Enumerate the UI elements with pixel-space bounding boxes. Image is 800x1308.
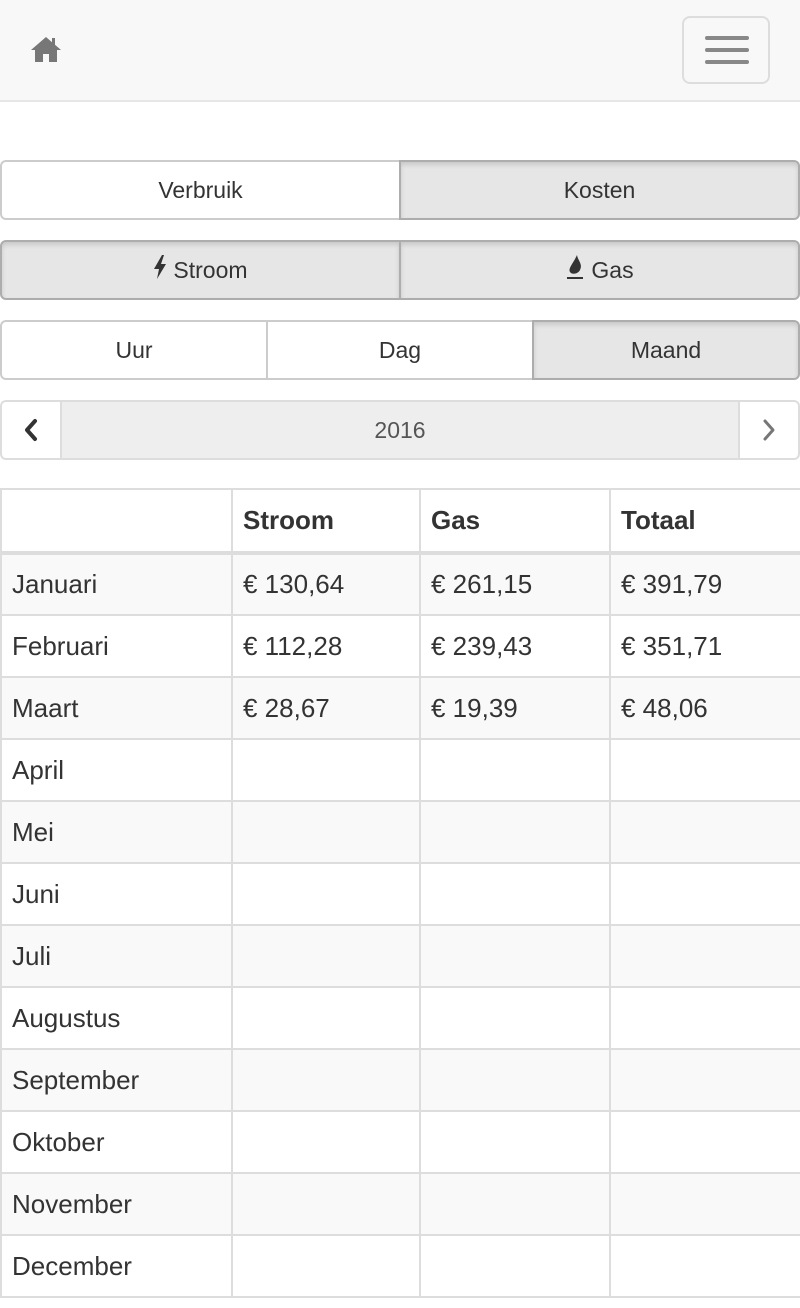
gas-cell [419,1234,611,1298]
table-row: Februari € 112,28 € 239,43 € 351,71 [0,614,800,678]
gas-cell [419,924,611,988]
stroom-cell [231,800,421,864]
header-totaal: Totaal [609,488,800,555]
totaal-cell [609,738,800,802]
totaal-cell [609,1172,800,1236]
stroom-cell [231,986,421,1050]
bolt-icon [153,255,167,285]
chevron-right-icon [763,419,775,441]
table-header-row: Stroom Gas Totaal [0,488,800,555]
gas-cell [419,1172,611,1236]
gas-button[interactable]: Gas [399,240,800,300]
verbruik-button[interactable]: Verbruik [0,160,401,220]
mode-toggle: Verbruik Kosten [0,160,800,220]
month-cell: December [0,1234,233,1298]
gas-cell [419,986,611,1050]
totaal-cell [609,986,800,1050]
previous-year-button[interactable] [0,400,62,460]
stroom-cell [231,1172,421,1236]
table-row: November [0,1172,800,1236]
gas-cell [419,862,611,926]
table-row: September [0,1048,800,1112]
stroom-cell: € 28,67 [231,676,421,740]
table-row: Juni [0,862,800,926]
gas-cell [419,1110,611,1174]
month-cell: Juni [0,862,233,926]
stroom-cell [231,1048,421,1112]
totaal-cell [609,1234,800,1298]
next-year-button[interactable] [738,400,800,460]
table-row: Augustus [0,986,800,1050]
dag-button[interactable]: Dag [266,320,534,380]
table-row: Maart € 28,67 € 19,39 € 48,06 [0,676,800,740]
month-cell: Februari [0,614,233,678]
period-toggle: Uur Dag Maand [0,320,800,380]
table-row: Januari € 130,64 € 261,15 € 391,79 [0,552,800,616]
totaal-cell [609,924,800,988]
month-cell: September [0,1048,233,1112]
month-cell: Mei [0,800,233,864]
stroom-cell [231,738,421,802]
year-label: 2016 [62,400,738,460]
month-cell: Maart [0,676,233,740]
table-row: April [0,738,800,802]
month-cell: Juli [0,924,233,988]
maand-button[interactable]: Maand [532,320,800,380]
gas-cell [419,1048,611,1112]
table-row: December [0,1234,800,1298]
uur-button[interactable]: Uur [0,320,268,380]
header-stroom: Stroom [231,488,421,555]
gas-cell: € 239,43 [419,614,611,678]
header-month [0,488,233,555]
totaal-cell [609,800,800,864]
month-cell: April [0,738,233,802]
home-icon [31,37,61,62]
stroom-button[interactable]: Stroom [0,240,401,300]
gas-cell [419,738,611,802]
gas-cell: € 19,39 [419,676,611,740]
menu-toggle-button[interactable] [682,16,770,84]
totaal-cell [609,1110,800,1174]
table-row: Juli [0,924,800,988]
totaal-cell: € 48,06 [609,676,800,740]
month-cell: Augustus [0,986,233,1050]
totaal-cell: € 391,79 [609,552,800,616]
gas-cell: € 261,15 [419,552,611,616]
totaal-cell [609,862,800,926]
month-cell: November [0,1172,233,1236]
home-link[interactable] [28,34,64,64]
totaal-cell: € 351,71 [609,614,800,678]
stroom-cell: € 130,64 [231,552,421,616]
month-cell: Januari [0,552,233,616]
header-gas: Gas [419,488,611,555]
stroom-cell [231,924,421,988]
table-row: Oktober [0,1110,800,1174]
year-pager: 2016 [0,400,800,460]
stroom-cell [231,862,421,926]
navbar [0,0,800,102]
chevron-left-icon [25,419,37,441]
totaal-cell [609,1048,800,1112]
energy-toggle: Stroom Gas [0,240,800,300]
stroom-cell: € 112,28 [231,614,421,678]
kosten-button[interactable]: Kosten [399,160,800,220]
month-cell: Oktober [0,1110,233,1174]
gas-cell [419,800,611,864]
flame-icon [565,254,585,286]
stroom-cell [231,1110,421,1174]
stroom-cell [231,1234,421,1298]
cost-table: Stroom Gas Totaal Januari € 130,64 € 261… [0,488,800,1298]
table-row: Mei [0,800,800,864]
